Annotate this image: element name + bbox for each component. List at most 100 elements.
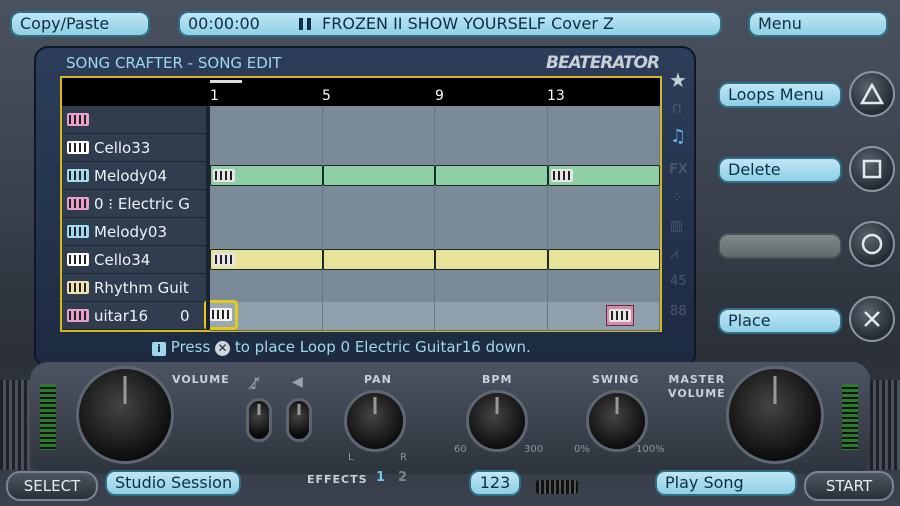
- bar-cell[interactable]: [210, 134, 323, 162]
- triangle-button-icon[interactable]: [849, 71, 895, 117]
- wave-icon[interactable]: ⩘: [670, 246, 678, 262]
- delete-button[interactable]: Delete: [718, 157, 842, 183]
- marker-5: 5: [322, 88, 331, 104]
- bar-cell[interactable]: [322, 134, 435, 162]
- time-display: 00:00:00: [188, 14, 260, 33]
- track-name: Rhythm Guit: [94, 279, 189, 297]
- bpm-knob[interactable]: [466, 390, 528, 452]
- bar-cell[interactable]: [435, 218, 548, 246]
- track-lane[interactable]: [210, 162, 660, 191]
- copy-paste-button[interactable]: Copy/Paste: [10, 11, 150, 37]
- menu-button[interactable]: Menu: [748, 11, 888, 37]
- cross-button[interactable]: [849, 296, 895, 342]
- track-lane[interactable]: [210, 190, 660, 219]
- blank-button[interactable]: [718, 233, 842, 259]
- track-label[interactable]: Melody03: [62, 218, 207, 246]
- marker-9: 9: [435, 88, 444, 104]
- bar-cell[interactable]: [322, 302, 435, 330]
- speaker-icon[interactable]: ◀: [292, 374, 303, 390]
- bar-cell[interactable]: [210, 190, 323, 218]
- tempo-icon[interactable]: 45: [670, 274, 687, 289]
- bar-cell[interactable]: [547, 134, 660, 162]
- song-grid[interactable]: 1 5 9 13 Cello33 Melody04 0 ⁝ Electric G Me…: [60, 76, 662, 332]
- music-note-icon[interactable]: ♫: [670, 126, 686, 147]
- bar-cell[interactable]: [547, 274, 660, 302]
- bar-cell[interactable]: [435, 302, 548, 330]
- loop-block[interactable]: [210, 249, 323, 270]
- bar-cell[interactable]: [210, 106, 323, 134]
- track-label[interactable]: Rhythm Guit: [62, 274, 207, 302]
- track-lane[interactable]: [210, 106, 660, 135]
- bar-cell[interactable]: [322, 190, 435, 218]
- bar-cell[interactable]: [435, 190, 548, 218]
- timeline-header: 1 5 9 13: [62, 78, 660, 106]
- bar-cell[interactable]: [322, 274, 435, 302]
- swing-knob[interactable]: [586, 390, 648, 452]
- bpm-label: BPM: [482, 373, 513, 386]
- song-title: FROZEN II SHOW YOURSELF Cover Z: [322, 14, 614, 33]
- bar-cell[interactable]: [547, 190, 660, 218]
- mixer-icon[interactable]: 88: [670, 304, 687, 319]
- hint-text: to place Loop 0 Electric Guitar16 down.: [234, 338, 531, 356]
- play-song-button[interactable]: Play Song: [655, 470, 797, 496]
- bar-cell[interactable]: [435, 274, 548, 302]
- bar-cell[interactable]: [210, 274, 323, 302]
- track-label[interactable]: 0 ⁝ Electric G: [62, 190, 207, 218]
- bar-cell[interactable]: [547, 106, 660, 134]
- effects-2[interactable]: 2: [398, 470, 407, 485]
- track-name: Melody04: [94, 167, 168, 185]
- studio-session-button[interactable]: Studio Session: [105, 470, 241, 496]
- loop-block[interactable]: [322, 249, 435, 270]
- bar-cell[interactable]: [322, 106, 435, 134]
- mute-icon[interactable]: ♪̸: [250, 374, 260, 393]
- loop-marker[interactable]: [606, 305, 634, 326]
- master-volume-label: MASTER VOLUME: [668, 373, 726, 400]
- playhead: [210, 80, 242, 83]
- circle-button-icon[interactable]: [849, 221, 895, 267]
- effects-1[interactable]: 1: [376, 470, 385, 485]
- loop-block[interactable]: [547, 165, 660, 186]
- keyboard-icon: [67, 141, 89, 154]
- track-lane[interactable]: [204, 300, 660, 331]
- bar-cell[interactable]: [322, 218, 435, 246]
- select-button[interactable]: SELECT: [6, 471, 98, 501]
- keyboard-icon: [67, 197, 89, 210]
- fx-icon[interactable]: FX: [669, 162, 688, 177]
- loop-block[interactable]: [210, 165, 323, 186]
- track-lane[interactable]: [210, 274, 660, 303]
- bar-cell[interactable]: [547, 218, 660, 246]
- track-label[interactable]: Melody04: [62, 162, 207, 190]
- loop-block[interactable]: [435, 249, 548, 270]
- loops-menu-button[interactable]: Loops Menu: [718, 82, 842, 108]
- pan-knob[interactable]: [344, 390, 406, 452]
- loop-block[interactable]: [435, 165, 548, 186]
- track-label[interactable]: Cello33: [62, 134, 207, 162]
- loop-block[interactable]: [547, 249, 660, 270]
- track-label[interactable]: Cello34: [62, 246, 207, 274]
- track-name: Melody03: [94, 223, 168, 241]
- swing-max-label: 100%: [636, 444, 665, 455]
- bar-cell[interactable]: [435, 106, 548, 134]
- place-button[interactable]: Place: [718, 308, 842, 334]
- square-button-icon[interactable]: [849, 146, 895, 192]
- headphones-icon[interactable]: ∩: [671, 98, 683, 117]
- track-label[interactable]: [62, 106, 207, 134]
- bar-cell[interactable]: [547, 302, 660, 330]
- mute-toggle[interactable]: [246, 398, 272, 442]
- loop-block[interactable]: [322, 165, 435, 186]
- track-lane[interactable]: [210, 246, 660, 275]
- start-button[interactable]: START: [804, 471, 894, 501]
- bpm-value-display[interactable]: 123: [469, 470, 521, 496]
- bar-cell[interactable]: [435, 134, 548, 162]
- pan-label: PAN: [364, 373, 392, 386]
- track-lane[interactable]: [210, 218, 660, 247]
- solo-toggle[interactable]: [286, 398, 312, 442]
- star-icon[interactable]: ★: [669, 68, 687, 92]
- dots-icon[interactable]: ⁘: [671, 190, 683, 206]
- bars-icon[interactable]: ▥: [670, 218, 683, 234]
- track-label[interactable]: uitar16 0: [62, 302, 207, 330]
- master-volume-knob[interactable]: [726, 366, 824, 464]
- volume-knob[interactable]: [76, 366, 174, 464]
- bar-cell[interactable]: [210, 218, 323, 246]
- track-lane[interactable]: [210, 134, 660, 163]
